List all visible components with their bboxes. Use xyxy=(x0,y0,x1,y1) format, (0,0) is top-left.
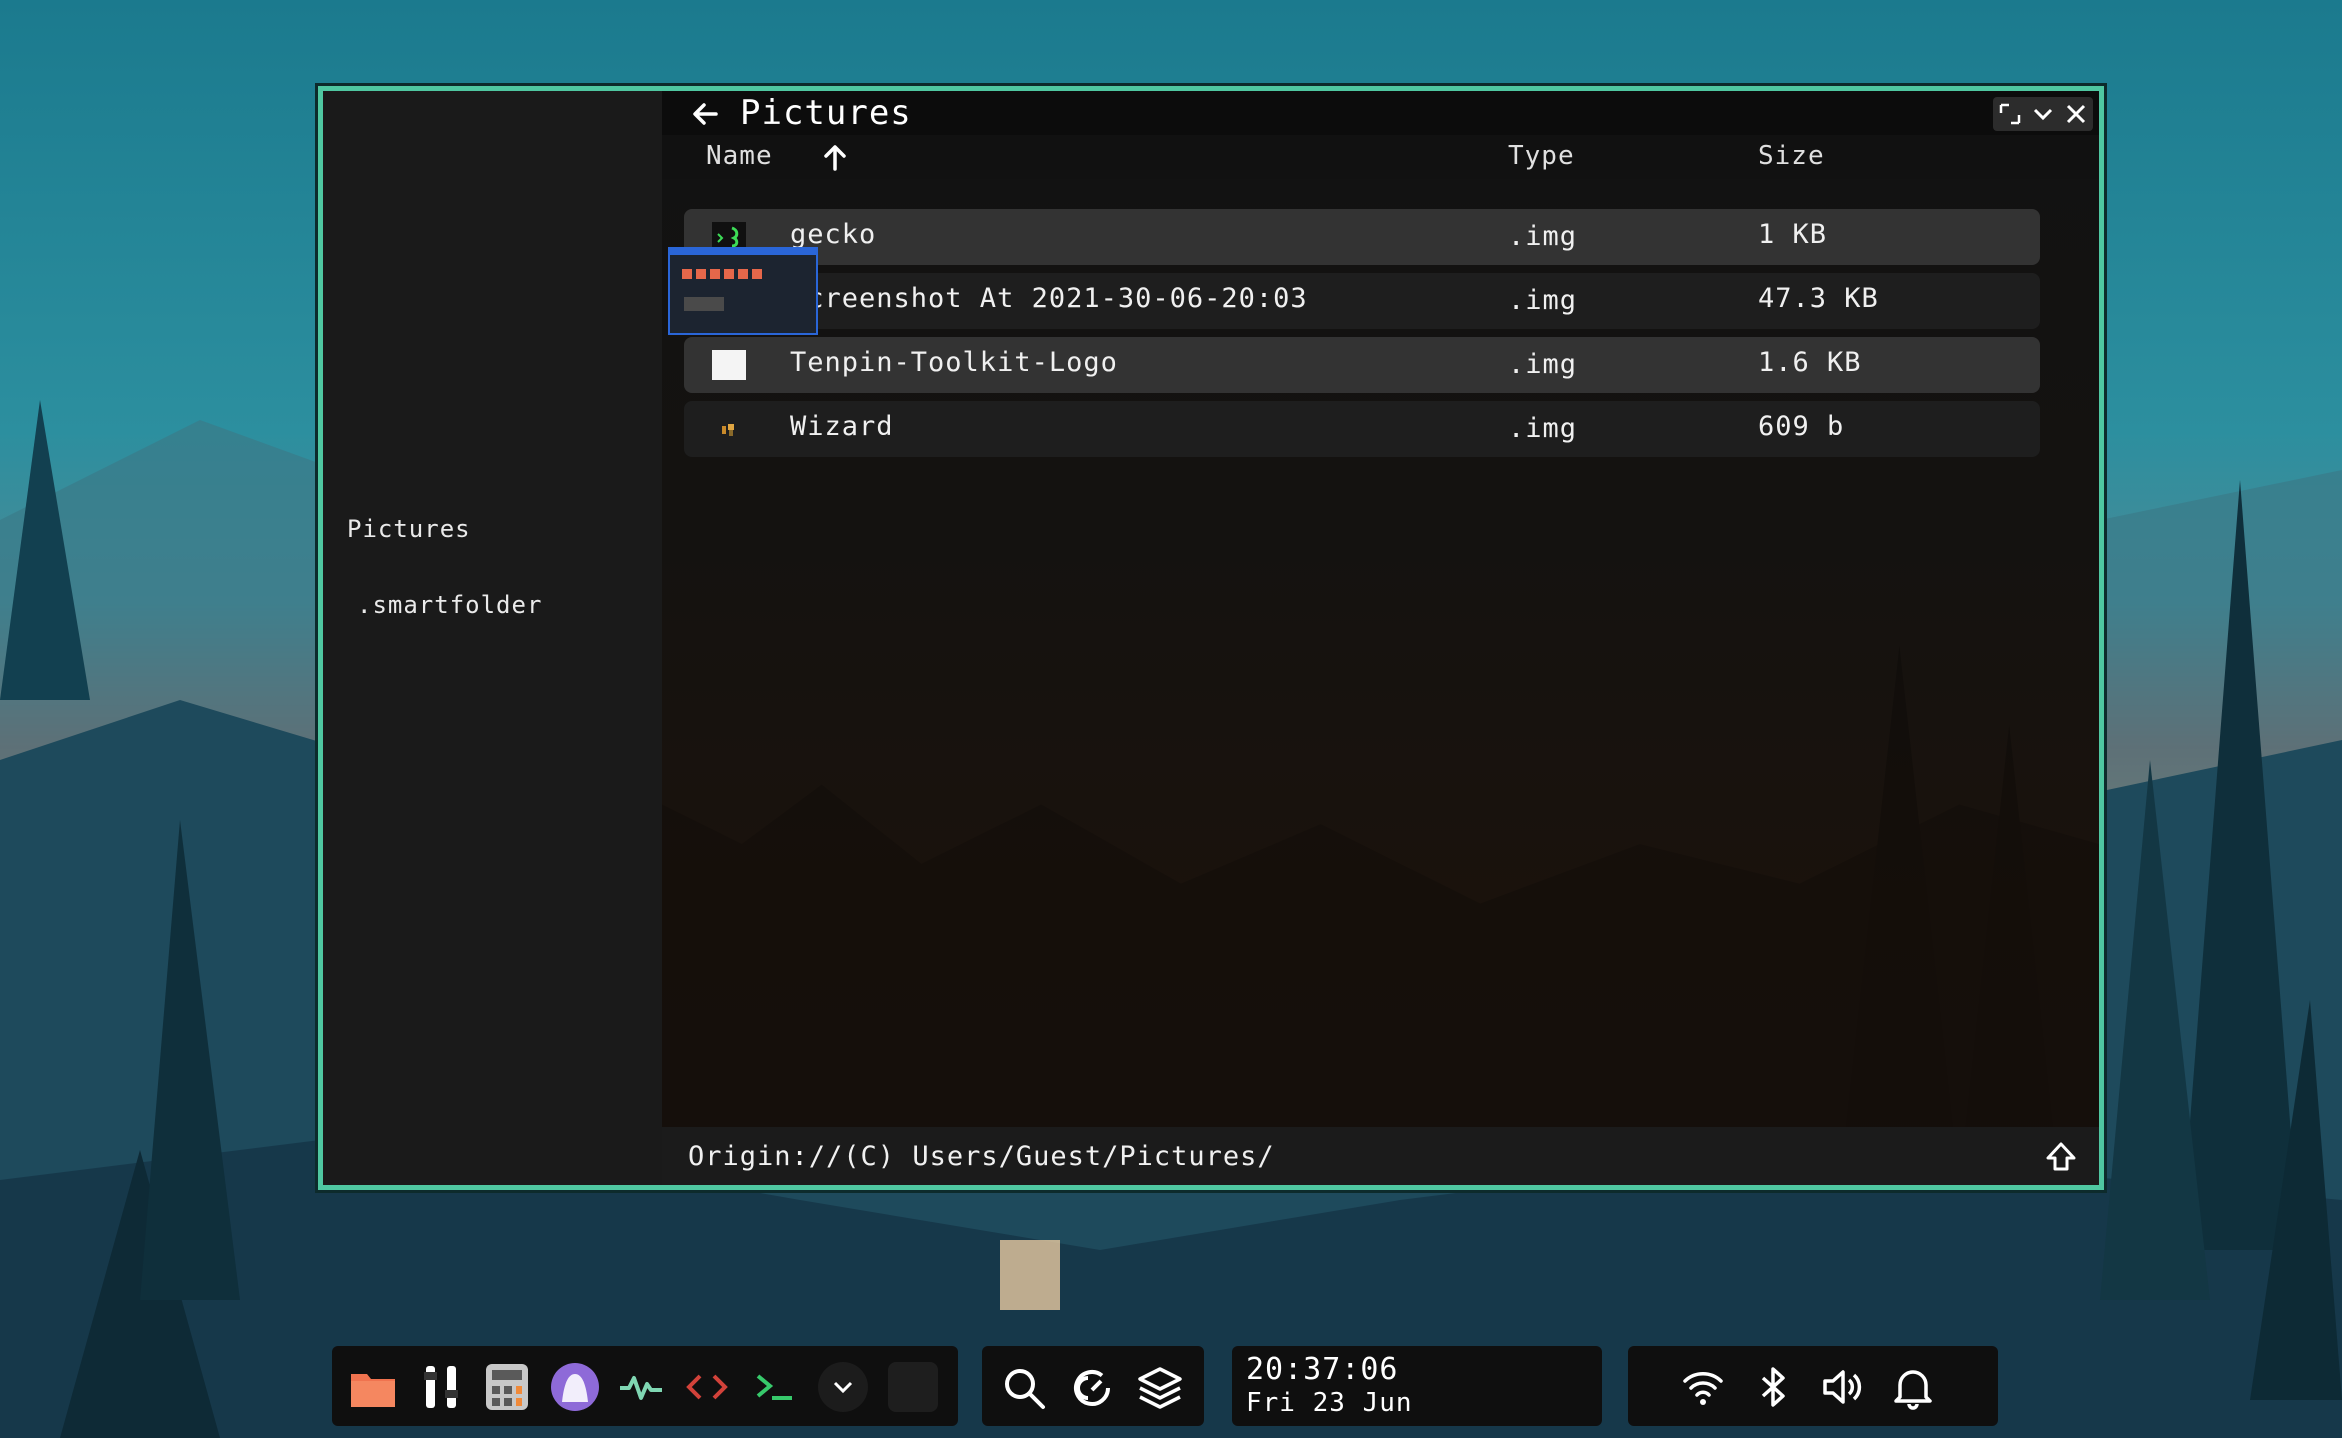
file-size: 609 b xyxy=(1758,411,1845,442)
window-controls xyxy=(1993,97,2093,131)
taskbar-tools xyxy=(982,1346,1204,1426)
current-path: Origin://(C) Users/Guest/Pictures/ xyxy=(688,1141,1275,1172)
file-size: 1.6 KB xyxy=(1758,347,1862,378)
volume-icon[interactable] xyxy=(1820,1364,1866,1410)
bell-icon[interactable] xyxy=(1890,1364,1936,1410)
parent-folder-up-icon[interactable] xyxy=(2045,1141,2077,1173)
refresh-icon[interactable] xyxy=(1068,1364,1116,1412)
calculator-icon[interactable] xyxy=(482,1362,532,1412)
file-row-screenshot[interactable]: Screenshot At 2021-30-06-20:03 .img 47.3… xyxy=(684,273,2040,329)
column-size-header[interactable]: Size xyxy=(1758,141,1825,171)
file-row-tenpin-logo[interactable]: Tenpin-Toolkit-Logo .img 1.6 KB xyxy=(684,337,2040,393)
close-icon[interactable] xyxy=(2063,101,2089,127)
sidebar-item-pictures[interactable]: Pictures xyxy=(347,515,471,543)
bluetooth-icon[interactable] xyxy=(1750,1364,1796,1410)
resize-icon[interactable] xyxy=(1997,101,2023,127)
file-type: .img xyxy=(1508,285,1578,316)
back-arrow-icon[interactable] xyxy=(690,99,720,129)
column-name-header[interactable]: Name xyxy=(706,141,773,171)
code-editor-icon[interactable] xyxy=(682,1362,732,1412)
layers-icon[interactable] xyxy=(1136,1364,1184,1412)
file-name: Tenpin-Toolkit-Logo xyxy=(790,347,1118,378)
file-name: Screenshot At 2021-30-06-20:03 xyxy=(790,283,1308,314)
search-icon[interactable] xyxy=(1000,1364,1048,1412)
file-row-gecko[interactable]: gecko .img 1 KB xyxy=(684,209,2040,265)
window-title: Pictures xyxy=(740,93,912,133)
file-type: .img xyxy=(1508,221,1578,252)
clock-date: Fri 23 Jun xyxy=(1246,1388,1413,1418)
minimize-chevron-icon[interactable] xyxy=(2030,101,2056,127)
file-row-wizard[interactable]: Wizard .img 609 b xyxy=(684,401,2040,457)
file-type: .img xyxy=(1508,413,1578,444)
activity-monitor-icon[interactable] xyxy=(616,1362,666,1412)
file-size: 1 KB xyxy=(1758,219,1828,250)
blank-app-icon[interactable] xyxy=(888,1362,938,1412)
file-name: Wizard xyxy=(790,411,894,442)
chevron-down-icon[interactable] xyxy=(818,1362,868,1412)
path-bar: Origin://(C) Users/Guest/Pictures/ xyxy=(662,1127,2099,1185)
clock-time: 20:37:06 xyxy=(1246,1352,1399,1387)
main-panel: Pictures Name Type Size gecko .img 1 KB … xyxy=(662,91,2099,1185)
file-manager-window: Pictures .smartfolder Pictures Name Type… xyxy=(318,86,2104,1190)
sidebar-item-smartfolder[interactable]: .smartfolder xyxy=(357,591,542,619)
dragged-screenshot-preview[interactable] xyxy=(668,247,818,335)
column-header: Name Type Size xyxy=(662,135,2099,179)
taskbar-apps xyxy=(332,1346,958,1426)
column-type-header[interactable]: Type xyxy=(1508,141,1575,171)
sidebar: Pictures .smartfolder xyxy=(323,91,662,1185)
preview-toolbar-shape xyxy=(682,269,774,287)
preview-content-shape xyxy=(684,297,724,311)
sort-ascending-icon[interactable] xyxy=(822,143,848,171)
file-size: 47.3 KB xyxy=(1758,283,1879,314)
taskbar-clock[interactable]: 20:37:06 Fri 23 Jun xyxy=(1232,1346,1602,1426)
file-type: .img xyxy=(1508,349,1578,380)
terminal-icon[interactable] xyxy=(750,1362,800,1412)
tenpin-logo-thumbnail-icon xyxy=(712,350,746,380)
taskbar-status xyxy=(1628,1346,1998,1426)
files-icon[interactable] xyxy=(348,1362,398,1412)
wizard-thumbnail-icon xyxy=(712,414,746,444)
ghost-icon[interactable] xyxy=(550,1362,600,1412)
tweaks-icon[interactable] xyxy=(416,1362,466,1412)
wifi-icon[interactable] xyxy=(1680,1364,1726,1410)
title-bar: Pictures xyxy=(662,91,2099,135)
file-name: gecko xyxy=(790,219,877,250)
